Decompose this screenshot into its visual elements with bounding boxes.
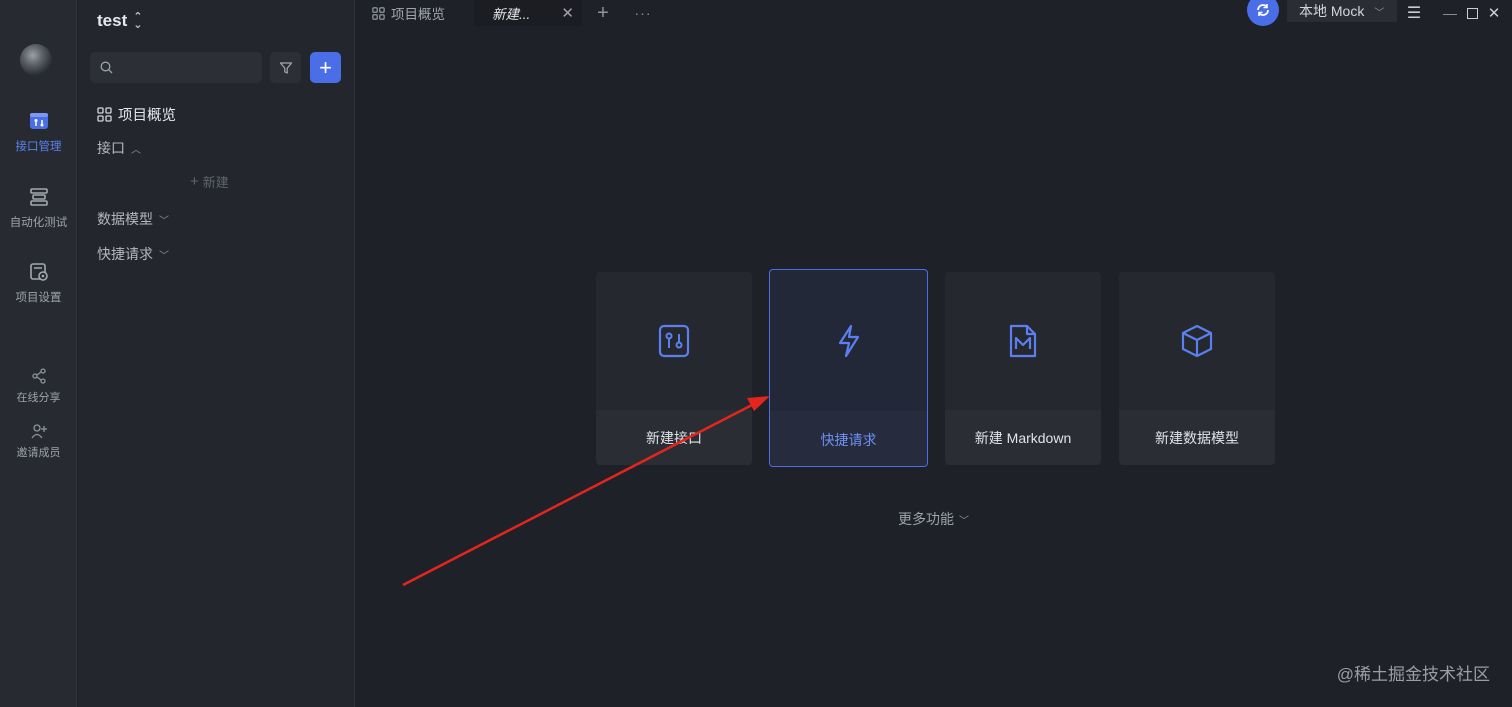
automation-test-icon	[29, 188, 48, 206]
card-new-markdown[interactable]: 新建 Markdown	[945, 272, 1101, 465]
lightning-icon	[838, 324, 859, 357]
rail-label: 邀请成员	[16, 447, 61, 459]
api-management-icon	[29, 113, 48, 129]
mock-env-select[interactable]: 本地 Mock ﹀	[1287, 0, 1397, 22]
close-icon: ✕	[1487, 5, 1501, 22]
card-icon-area	[1119, 272, 1275, 410]
more-icon: ···	[634, 5, 652, 21]
plus-icon: +	[319, 54, 332, 80]
chevron-down-icon: ﹀	[159, 215, 169, 227]
sidebar: test ⌃ ⌄ + 项目概览 接口 ︿ + 新建 数据模型 ﹀ 快捷请求 ﹀	[78, 0, 355, 707]
rail-label: 项目设置	[15, 292, 62, 304]
card-new-data-model[interactable]: 新建数据模型	[1119, 272, 1275, 465]
sync-button[interactable]	[1247, 0, 1279, 26]
chevron-up-icon: ︿	[131, 144, 141, 156]
rail-item-project-settings[interactable]: 项目设置	[0, 261, 77, 305]
card-label: 新建数据模型	[1119, 410, 1275, 465]
tree-item-label: 快捷请求	[97, 246, 153, 262]
tree-item-label: 数据模型	[97, 211, 153, 227]
rail-item-automation-test[interactable]: 自动化测试	[0, 186, 77, 230]
minimize-icon: —	[1443, 5, 1457, 21]
add-button[interactable]: +	[310, 52, 341, 83]
cube-icon	[1181, 324, 1213, 358]
menu-button[interactable]: ☰	[1404, 0, 1424, 26]
card-label: 快捷请求	[770, 411, 927, 466]
tree-item-api[interactable]: 接口 ︿	[97, 138, 141, 158]
watermark: @稀土掘金技术社区	[1336, 665, 1490, 684]
markdown-icon	[1009, 324, 1037, 358]
plus-icon: +	[597, 1, 609, 24]
rail-label: 接口管理	[15, 141, 62, 153]
search-input[interactable]	[119, 60, 259, 75]
api-doc-icon	[658, 324, 690, 358]
chevron-down-icon: ﹀	[959, 515, 969, 527]
rail-label: 自动化测试	[9, 217, 68, 229]
more-tabs-button[interactable]: ···	[632, 0, 654, 26]
card-new-api[interactable]: 新建接口	[596, 272, 752, 465]
grid-icon	[372, 6, 385, 20]
minimize-button[interactable]: —	[1442, 0, 1458, 26]
grid-icon	[97, 107, 112, 122]
maximize-button[interactable]	[1464, 0, 1480, 26]
tree-item-project-overview[interactable]: 项目概览	[97, 104, 176, 125]
card-label: 新建接口	[596, 410, 752, 465]
tab-bar: 项目概览 新建... ✕ + ··· 本地 Mock ﹀ ☰ — ✕	[356, 0, 1512, 26]
project-name: test	[97, 11, 128, 30]
tab-label: 新建...	[492, 7, 531, 22]
more-features-button[interactable]: 更多功能 ﹀	[898, 509, 969, 529]
tab-new[interactable]: 新建... ✕	[474, 0, 582, 26]
app-window: 接口管理 自动化测试 项目设置 在线分享 邀请成员 test ⌃ ⌄ + 项目概…	[0, 0, 1512, 707]
filter-button[interactable]	[270, 52, 301, 83]
rail-item-invite-member[interactable]: 邀请成员	[0, 422, 77, 460]
project-settings-icon	[29, 263, 48, 281]
tree-item-label: 项目概览	[118, 108, 176, 124]
tab-project-overview[interactable]: 项目概览	[372, 0, 445, 26]
new-api-link[interactable]: + 新建	[190, 172, 229, 191]
search-box[interactable]	[90, 52, 262, 83]
hamburger-icon: ☰	[1406, 5, 1422, 22]
search-icon	[100, 61, 113, 74]
maximize-icon	[1466, 7, 1478, 19]
rail-item-api-management[interactable]: 接口管理	[0, 110, 77, 154]
sync-icon	[1257, 4, 1269, 16]
plus-icon: +	[190, 173, 199, 190]
chevron-down-icon: ﹀	[1374, 7, 1385, 19]
rail-label: 在线分享	[16, 392, 61, 404]
mock-env-value: 本地 Mock	[1299, 3, 1365, 19]
tab-label: 项目概览	[391, 7, 445, 22]
tree-item-data-model[interactable]: 数据模型 ﹀	[97, 209, 169, 229]
avatar[interactable]	[20, 44, 52, 76]
card-icon-area	[770, 270, 927, 411]
close-icon[interactable]: ✕	[561, 4, 574, 22]
new-label: 新建	[202, 175, 229, 190]
share-icon	[31, 368, 46, 384]
card-label: 新建 Markdown	[945, 410, 1101, 465]
sort-toggle-icon: ⌃ ⌄	[133, 11, 143, 31]
card-quick-request[interactable]: 快捷请求	[769, 269, 928, 467]
card-icon-area	[596, 272, 752, 410]
close-window-button[interactable]: ✕	[1486, 0, 1502, 26]
chevron-down-icon: ﹀	[159, 250, 169, 262]
project-switcher[interactable]: test ⌃ ⌄	[97, 11, 142, 31]
invite-member-icon	[30, 424, 47, 439]
more-features-label: 更多功能	[898, 511, 954, 527]
tree-item-label: 接口	[97, 140, 125, 156]
nav-rail: 接口管理 自动化测试 项目设置 在线分享 邀请成员	[0, 0, 77, 707]
card-icon-area	[945, 272, 1101, 410]
new-tab-button[interactable]: +	[592, 0, 614, 26]
rail-item-share[interactable]: 在线分享	[0, 367, 77, 405]
tree-item-quick-request[interactable]: 快捷请求 ﹀	[97, 244, 169, 264]
filter-icon	[279, 61, 292, 74]
